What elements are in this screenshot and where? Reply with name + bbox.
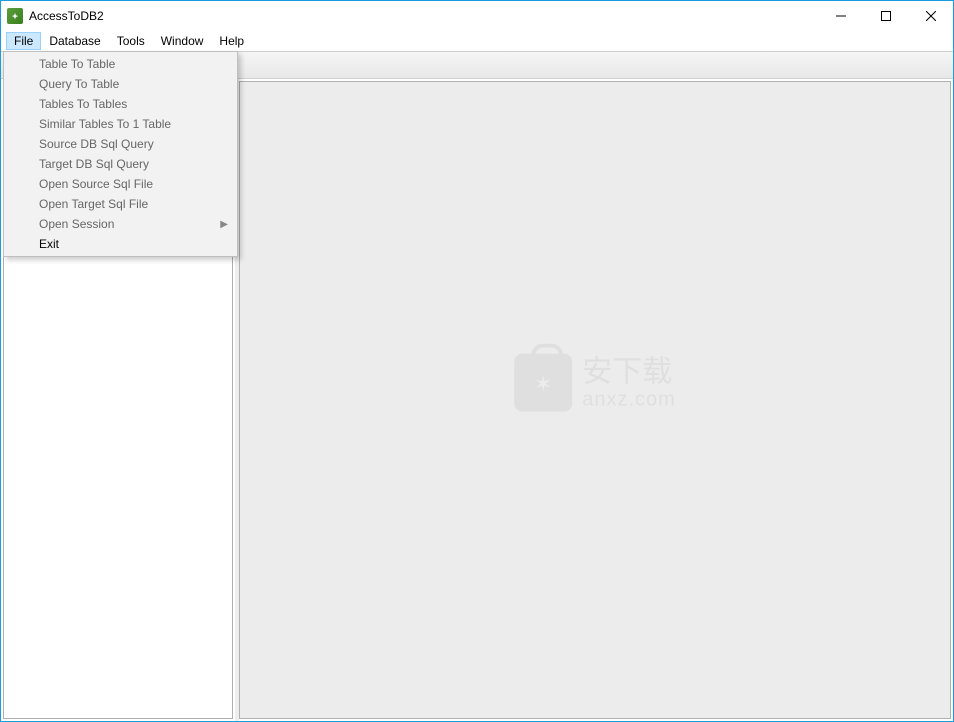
content-panel: ✶ 安下载 anxz.com [239,81,951,719]
menu-item-open-session[interactable]: Open Session ▶ [33,214,236,234]
menu-item-target-db-sql[interactable]: Target DB Sql Query [33,154,236,174]
window-title: AccessToDB2 [29,9,104,23]
menu-window[interactable]: Window [153,32,212,50]
watermark-cn-text: 安下载 [582,355,676,388]
menu-item-table-to-table[interactable]: Table To Table [33,54,236,74]
menu-file[interactable]: File [6,32,41,50]
menu-help[interactable]: Help [211,32,252,50]
titlebar: ✦ AccessToDB2 [1,1,953,31]
menu-item-similar-tables[interactable]: Similar Tables To 1 Table [33,114,236,134]
minimize-button[interactable] [818,1,863,31]
watermark-bag-icon: ✶ [514,354,572,412]
menu-tools[interactable]: Tools [109,32,153,50]
menu-item-tables-to-tables[interactable]: Tables To Tables [33,94,236,114]
menubar: File Database Tools Window Help [1,31,953,51]
menu-item-query-to-table[interactable]: Query To Table [33,74,236,94]
menu-item-open-source-sql[interactable]: Open Source Sql File [33,174,236,194]
watermark: ✶ 安下载 anxz.com [514,354,676,412]
menu-database[interactable]: Database [41,32,108,50]
menu-item-open-target-sql[interactable]: Open Target Sql File [33,194,236,214]
close-button[interactable] [908,1,953,31]
watermark-en-text: anxz.com [582,388,676,410]
menu-item-source-db-sql[interactable]: Source DB Sql Query [33,134,236,154]
maximize-button[interactable] [863,1,908,31]
menu-item-exit[interactable]: Exit [33,234,236,254]
submenu-arrow-icon: ▶ [220,219,228,230]
window-controls [818,1,953,31]
app-icon: ✦ [7,8,23,24]
file-dropdown: Table To Table Query To Table Tables To … [3,51,238,257]
